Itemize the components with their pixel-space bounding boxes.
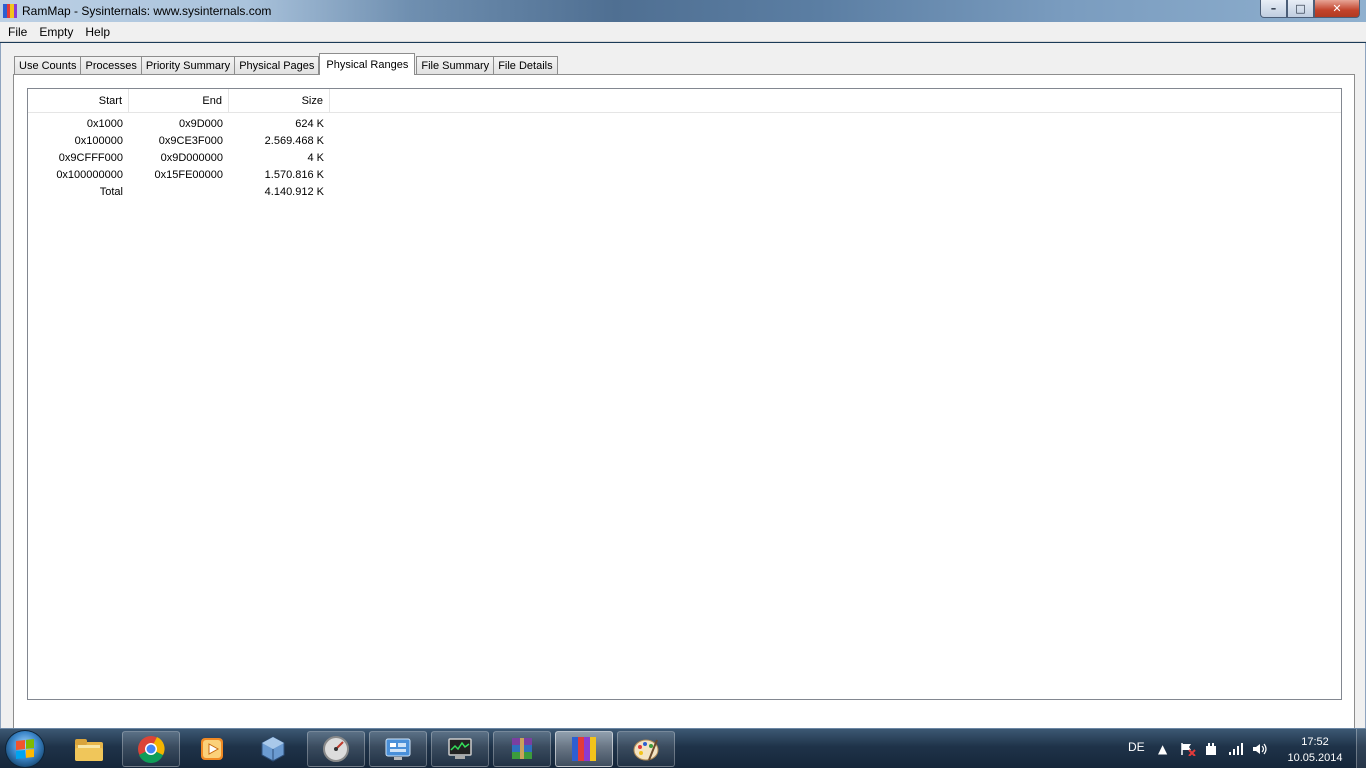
table-row-total[interactable]: Total 4.140.912 K — [28, 183, 1341, 200]
tab-priority-summary[interactable]: Priority Summary — [140, 56, 236, 75]
tab-file-summary[interactable]: File Summary — [416, 56, 495, 75]
table-row[interactable]: 0x9CFFF000 0x9D000000 4 K — [28, 149, 1341, 166]
cell-start: 0x100000 — [74, 134, 123, 147]
taskbar-media-player[interactable] — [183, 731, 241, 767]
winrar-icon — [512, 738, 532, 759]
taskbar-virtualbox[interactable] — [244, 731, 302, 767]
show-desktop-button[interactable] — [1356, 729, 1366, 768]
cell-end: 0x15FE00000 — [154, 168, 224, 181]
virtualbox-icon — [261, 736, 285, 762]
cell-size: 624 K — [295, 117, 324, 130]
table-row[interactable]: 0x100000000 0x15FE00000 1.570.816 K — [28, 166, 1341, 183]
cell-size: 2.569.468 K — [264, 134, 324, 147]
task-manager-icon — [448, 738, 472, 759]
cell-start: 0x9CFFF000 — [58, 151, 123, 164]
column-header-start[interactable]: Start — [28, 89, 129, 113]
tab-use-counts[interactable]: Use Counts — [14, 56, 82, 75]
window-controls: – □ ✕ — [1260, 0, 1360, 18]
taskbar-winrar[interactable] — [493, 731, 551, 767]
tray-clock[interactable]: 17:52 10.05.2014 — [1280, 734, 1350, 766]
cell-size: 4 K — [307, 151, 324, 164]
table-row[interactable]: 0x100000 0x9CE3F000 2.569.468 K — [28, 132, 1341, 149]
taskbar-task-manager[interactable] — [431, 731, 489, 767]
cell-end: 0x9D000 — [178, 117, 223, 130]
cell-end: 0x9CE3F000 — [158, 134, 223, 147]
column-header-size[interactable]: Size — [229, 89, 330, 113]
taskbar-chrome[interactable] — [122, 731, 180, 767]
list-header: Start End Size — [28, 89, 1341, 113]
control-panel-icon — [385, 738, 411, 760]
minimize-button[interactable]: – — [1260, 0, 1287, 18]
table-row[interactable]: 0x1000 0x9D000 624 K — [28, 115, 1341, 132]
menu-file[interactable]: File — [2, 25, 33, 39]
cell-start: 0x100000000 — [56, 168, 123, 181]
column-header-end[interactable]: End — [129, 89, 229, 113]
language-indicator[interactable]: DE — [1128, 740, 1145, 754]
windows-logo-icon — [16, 739, 34, 759]
chrome-icon — [138, 736, 165, 763]
tab-file-details[interactable]: File Details — [493, 56, 558, 75]
cell-total-label: Total — [99, 185, 123, 198]
list-rows: 0x1000 0x9D000 624 K 0x100000 0x9CE3F000… — [28, 113, 1341, 200]
volume-speaker-icon[interactable] — [1252, 742, 1268, 759]
tab-panel: Start End Size 0x1000 0x9D000 624 K 0x10… — [13, 74, 1355, 746]
paint-icon — [633, 739, 659, 761]
show-hidden-icons-icon[interactable]: ▲ — [1158, 742, 1167, 756]
taskbar-paint[interactable] — [617, 731, 675, 767]
cell-end: 0x9D000000 — [160, 151, 223, 164]
tab-strip: Use Counts Processes Priority Summary Ph… — [14, 53, 558, 75]
cell-total-size: 4.140.912 K — [264, 185, 324, 198]
power-plug-icon[interactable] — [1204, 742, 1218, 759]
taskbar-gauge-app[interactable] — [307, 731, 365, 767]
taskbar-explorer[interactable] — [60, 731, 118, 767]
taskbar-control-panel[interactable] — [369, 731, 427, 767]
menu-help[interactable]: Help — [79, 25, 116, 39]
menu-empty[interactable]: Empty — [33, 25, 79, 39]
cell-size: 1.570.816 K — [264, 168, 324, 181]
tab-physical-ranges[interactable]: Physical Ranges — [319, 53, 416, 75]
explorer-icon — [75, 739, 103, 761]
rammap-icon — [572, 737, 596, 761]
title-bar[interactable]: RamMap - Sysinternals: www.sysinternals.… — [0, 0, 1366, 22]
window-title: RamMap - Sysinternals: www.sysinternals.… — [22, 4, 272, 18]
tab-physical-pages[interactable]: Physical Pages — [234, 56, 320, 75]
network-signal-icon[interactable] — [1228, 742, 1244, 759]
window-body: Use Counts Processes Priority Summary Ph… — [0, 43, 1366, 746]
tab-processes[interactable]: Processes — [80, 56, 142, 75]
maximize-button[interactable]: □ — [1287, 0, 1314, 18]
physical-ranges-list[interactable]: Start End Size 0x1000 0x9D000 624 K 0x10… — [27, 88, 1342, 700]
media-player-icon — [201, 738, 223, 760]
clock-time: 17:52 — [1301, 736, 1329, 748]
cell-start: 0x1000 — [86, 117, 123, 130]
clock-date: 10.05.2014 — [1287, 752, 1343, 764]
close-button[interactable]: ✕ — [1314, 0, 1360, 18]
taskbar: DE ▲ 17:52 10.05.2014 — [0, 728, 1366, 768]
gauge-app-icon — [323, 736, 349, 762]
start-button[interactable] — [5, 730, 45, 768]
action-center-flag-icon[interactable] — [1180, 742, 1196, 759]
menu-bar: File Empty Help — [0, 22, 1366, 42]
taskbar-rammap[interactable] — [555, 731, 613, 767]
rammap-app-icon — [3, 4, 17, 18]
